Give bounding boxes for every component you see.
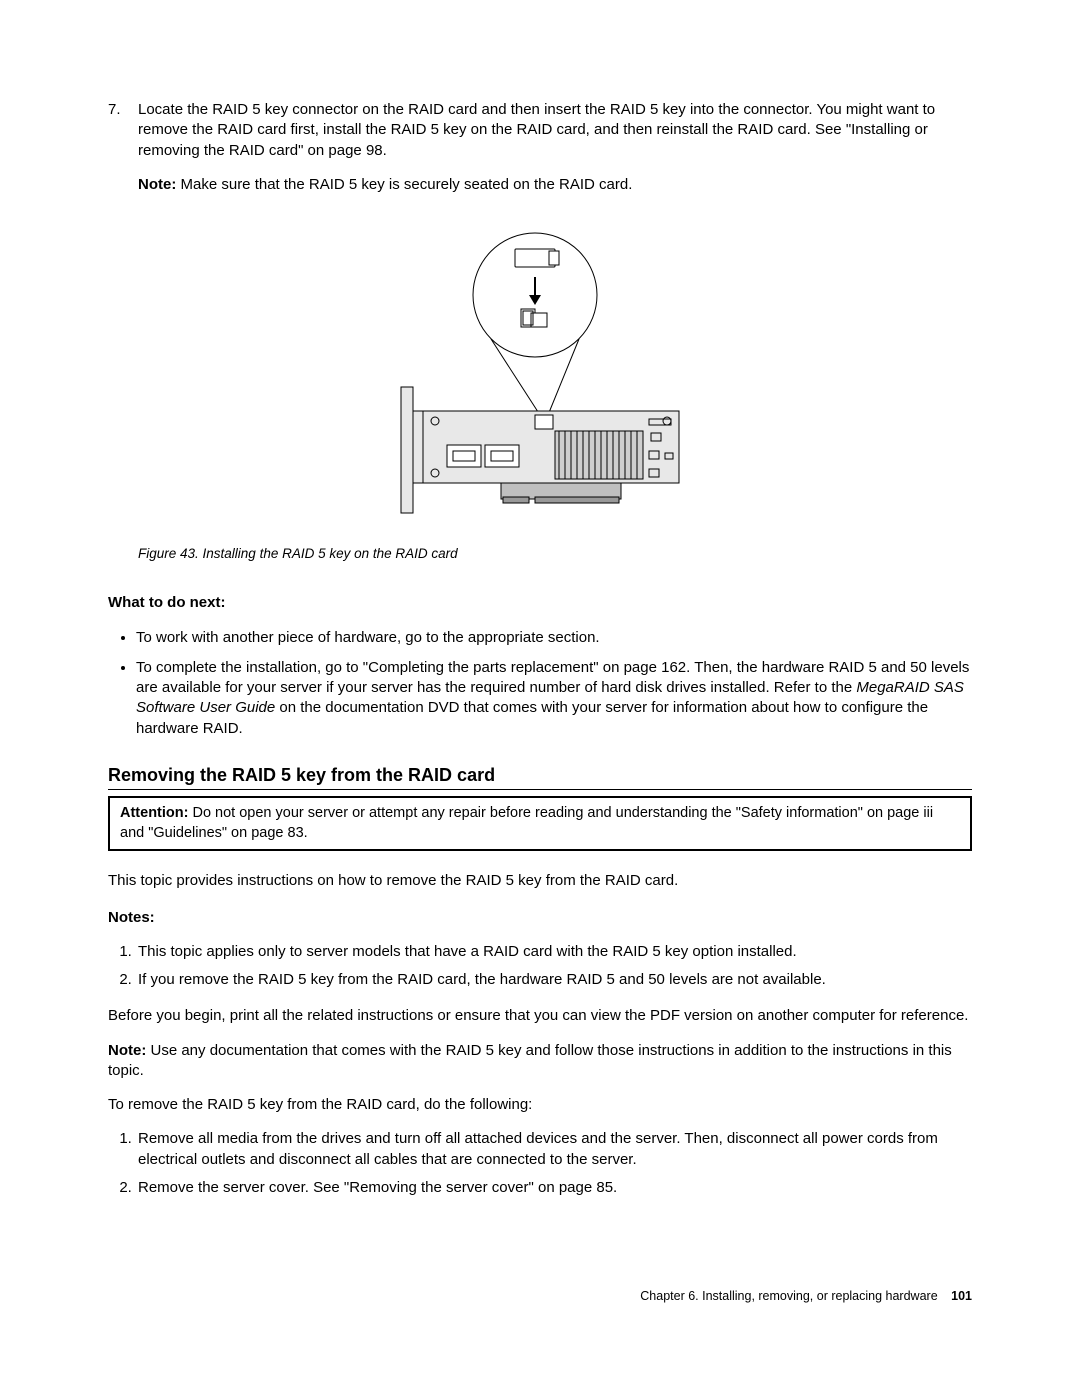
list-item: Remove the server cover. See "Removing t… xyxy=(136,1178,972,1198)
attention-label: Attention: xyxy=(120,805,188,821)
notes-heading: Notes: xyxy=(108,908,972,928)
figure-43: Figure 43. Installing the RAID 5 key on … xyxy=(108,225,972,563)
attention-body: Do not open your server or attempt any r… xyxy=(120,805,933,841)
raid-card-illustration xyxy=(395,225,685,525)
list-item: This topic applies only to server models… xyxy=(136,942,972,962)
note-label: Note: xyxy=(138,176,176,193)
note-paragraph: Note: Use any documentation that comes w… xyxy=(108,1041,972,1082)
note-body: Use any documentation that comes with th… xyxy=(108,1042,952,1079)
list-item-text: To complete the installation, go to "Com… xyxy=(136,659,969,737)
step-7-body: Locate the RAID 5 key connector on the R… xyxy=(138,101,935,159)
list-item: To complete the installation, go to "Com… xyxy=(136,658,972,739)
section-heading: Removing the RAID 5 key from the RAID ca… xyxy=(108,763,972,790)
step-7: 7. Locate the RAID 5 key connector on th… xyxy=(108,100,972,195)
before-paragraph: Before you begin, print all the related … xyxy=(108,1006,972,1026)
note-label: Note: xyxy=(108,1042,146,1059)
figure-caption: Figure 43. Installing the RAID 5 key on … xyxy=(108,545,972,563)
step-7-note: Note: Make sure that the RAID 5 key is s… xyxy=(138,175,972,195)
what-to-do-next-list: To work with another piece of hardware, … xyxy=(108,628,972,739)
note-body: Make sure that the RAID 5 key is securel… xyxy=(181,176,633,193)
notes-list: This topic applies only to server models… xyxy=(108,942,972,991)
removal-steps: Remove all media from the drives and tur… xyxy=(108,1129,972,1198)
list-item: To work with another piece of hardware, … xyxy=(136,628,972,648)
page-footer: Chapter 6. Installing, removing, or repl… xyxy=(108,1288,972,1305)
step-7-text: 7. Locate the RAID 5 key connector on th… xyxy=(138,100,972,161)
list-item: If you remove the RAID 5 key from the RA… xyxy=(136,970,972,990)
footer-page-number: 101 xyxy=(951,1289,972,1303)
step-7-number: 7. xyxy=(108,100,134,120)
footer-chapter: Chapter 6. Installing, removing, or repl… xyxy=(640,1289,937,1303)
attention-box: Attention: Do not open your server or at… xyxy=(108,796,972,851)
intro-paragraph: This topic provides instructions on how … xyxy=(108,871,972,891)
todo-paragraph: To remove the RAID 5 key from the RAID c… xyxy=(108,1095,972,1115)
list-item: Remove all media from the drives and tur… xyxy=(136,1129,972,1170)
what-to-do-next-heading: What to do next: xyxy=(108,593,972,613)
